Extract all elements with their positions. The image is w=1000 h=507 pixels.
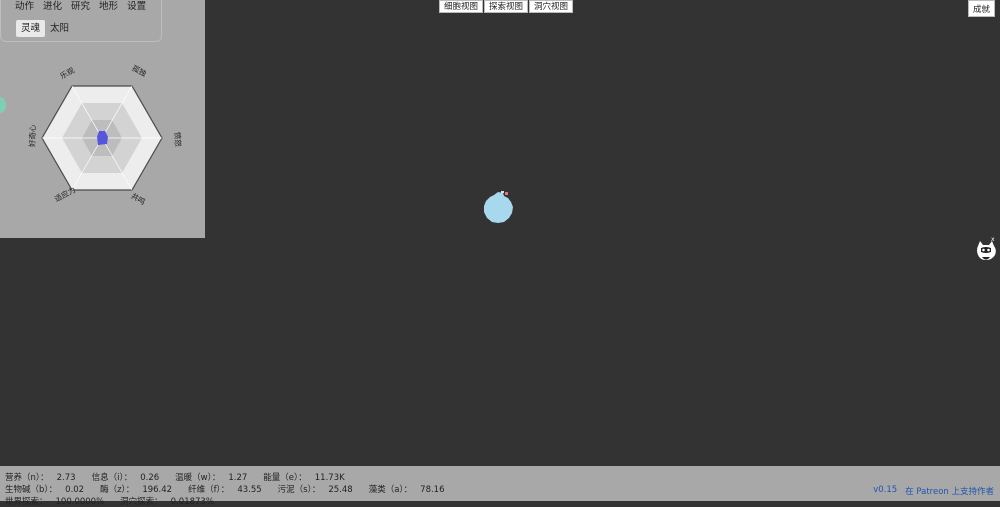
cat-avatar-icon[interactable]: x (975, 236, 999, 264)
resource-row-1: 营养（n）： 2.73 信息（i）： 0.26 温暖（w）： 1.27 能量（e）： 1… (5, 471, 361, 483)
menu-item-actions[interactable]: 动作 (15, 1, 34, 13)
patreon-link[interactable]: 在 Patreon 上支持作者 (905, 485, 994, 497)
resource-fiber: 纤维（f）： 43.55 (188, 485, 262, 495)
player-cell[interactable] (481, 189, 515, 225)
resource-energy: 能量（e）： 11.73K (263, 473, 345, 483)
radar-label-anger: 愤怒 (173, 132, 184, 148)
personality-radar-chart: 乐观 孤独 愤怒 共鸣 适应力 好奇心 (27, 63, 184, 207)
resource-sludge: 污泥（s）： 25.48 (277, 485, 353, 495)
radar-label-optimism: 乐观 (58, 65, 76, 81)
resource-algae: 藻类（a）： 78.16 (368, 485, 445, 495)
radar-label-loneliness: 孤独 (130, 63, 148, 79)
resource-info: 信息（i）： 0.26 (91, 473, 160, 483)
view-switcher: 细胞视图 探索视图 洞穴视图 (439, 0, 574, 13)
cave-exploration: 洞穴探索： 0.01873% (120, 497, 214, 507)
radar-label-adaptability: 适应力 (52, 184, 77, 203)
resource-row-2: 生物碱（b）： 0.02 酶（z）： 196.42 纤维（f）： 43.55 污泥（s… (5, 483, 461, 495)
resource-alkaloid: 生物碱（b）： 0.02 (5, 485, 85, 495)
version-label: v0.15 (873, 485, 898, 495)
cave-view-button[interactable]: 洞穴视图 (529, 0, 574, 13)
resource-bar: 营养（n）： 2.73 信息（i）： 0.26 温暖（w）： 1.27 能量（e）： 1… (0, 466, 1000, 507)
footer-links: v0.15 在 Patreon 上支持作者 (873, 485, 994, 497)
menu-item-evolution[interactable]: 进化 (43, 1, 62, 13)
resource-nutrition: 营养（n）： 2.73 (5, 473, 76, 483)
explore-view-button[interactable]: 探索视图 (484, 0, 529, 13)
radar-label-resonance: 共鸣 (129, 190, 147, 206)
tab-soul[interactable]: 灵魂 (16, 20, 46, 37)
menu-item-settings[interactable]: 设置 (127, 1, 146, 13)
menu-item-terrain[interactable]: 地形 (99, 1, 118, 13)
menu-item-research[interactable]: 研究 (71, 1, 90, 13)
cell-view-button[interactable]: 细胞视图 (439, 0, 484, 13)
main-menu: 动作 进化 研究 地形 设置 灵魂 太阳 (0, 0, 162, 42)
radar-label-curiosity: 好奇心 (27, 124, 38, 147)
resource-warmth: 温暖（w）： 1.27 (175, 473, 248, 483)
world-exploration: 世界探索： 100.0000% (5, 497, 105, 507)
left-panel: 动作 进化 研究 地形 设置 灵魂 太阳 乐观 孤独 愤怒 共鸣 适应力 好奇心 (0, 0, 205, 238)
tab-sun[interactable]: 太阳 (45, 20, 74, 37)
achievements-button[interactable]: 成就 (968, 0, 995, 17)
resource-enzyme: 酶（z）： 196.42 (100, 485, 173, 495)
resource-row-3: 世界探索： 100.0000% 洞穴探索： 0.01873% (5, 495, 230, 507)
